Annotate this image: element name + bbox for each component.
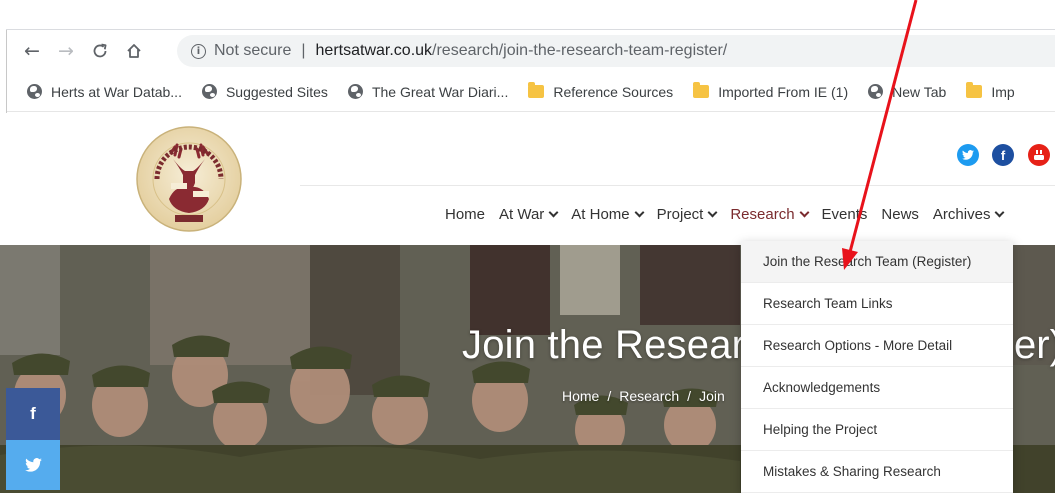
browser-toolbar: ← → i Not secure | hertsatwar.co.uk/rese… <box>7 30 1055 72</box>
breadcrumb-current: Join <box>699 388 725 404</box>
nav-label: Events <box>821 206 868 223</box>
menu-item-label: Helping the Project <box>763 422 878 437</box>
header-divider <box>300 185 1055 186</box>
bookmark-folder[interactable]: Imp <box>966 82 1015 100</box>
nav-label: Project <box>656 206 704 223</box>
bookmark-label: Imp <box>991 83 1015 100</box>
nav-project[interactable]: Project <box>656 206 718 223</box>
bookmark-folder[interactable]: Imported From IE (1) <box>693 82 849 100</box>
share-facebook-button[interactable]: f <box>6 388 60 440</box>
nav-events[interactable]: Events <box>822 206 868 223</box>
url-separator: | <box>301 42 306 59</box>
nav-research[interactable]: Research <box>730 206 809 223</box>
menu-item-label: Acknowledgements <box>763 380 881 395</box>
menu-item-acknowledgements[interactable]: Acknowledgements <box>741 367 1013 409</box>
home-icon[interactable] <box>121 38 147 64</box>
research-dropdown-menu: Join the Research Team (Register) Resear… <box>741 241 1013 493</box>
menu-item-label: Join the Research Team (Register) <box>763 254 972 269</box>
menu-item-label: Research Options - More Detail <box>763 338 953 353</box>
twitter-icon <box>24 458 42 472</box>
menu-item-label: Research Team Links <box>763 296 893 311</box>
bookmark-label: Suggested Sites <box>225 83 328 100</box>
address-bar[interactable]: i Not secure | hertsatwar.co.uk/research… <box>177 35 1055 67</box>
bookmark-label: Imported From IE (1) <box>718 83 849 100</box>
site-header: f Home At War At Home Project Research E… <box>0 113 1055 245</box>
nav-label: Home <box>445 206 486 223</box>
great-war-commemoration-logo[interactable] <box>135 125 243 233</box>
menu-item-mistakes-sharing[interactable]: Mistakes & Sharing Research <box>741 451 1013 493</box>
nav-home[interactable]: Home <box>445 206 485 223</box>
bookmark-item[interactable]: The Great War Diari... <box>347 83 509 100</box>
forward-arrow-icon[interactable]: → <box>53 38 79 64</box>
info-icon[interactable]: i <box>191 43 206 59</box>
bookmarks-bar: Herts at War Datab... Suggested Sites Th… <box>7 72 1055 112</box>
page-title: Join the Researc <box>462 323 766 367</box>
chevron-down-icon <box>799 207 809 218</box>
twitter-icon[interactable] <box>957 144 979 166</box>
globe-icon <box>347 84 363 99</box>
menu-item-research-team-links[interactable]: Research Team Links <box>741 283 1013 325</box>
nav-at-war[interactable]: At War <box>499 206 559 223</box>
bookmark-label: The Great War Diari... <box>371 83 509 100</box>
facebook-icon: f <box>30 404 36 423</box>
url-path: /research/join-the-research-team-registe… <box>432 42 728 59</box>
nav-label: At Home <box>571 206 630 223</box>
folder-icon <box>966 82 983 98</box>
nav-label: Archives <box>932 206 991 223</box>
nav-label: At War <box>499 206 545 223</box>
nav-archives[interactable]: Archives <box>932 206 1005 223</box>
menu-item-label: Mistakes & Sharing Research <box>763 464 941 479</box>
main-navigation: Home At War At Home Project Research Eve… <box>445 206 1017 223</box>
breadcrumb-research[interactable]: Research <box>619 388 679 404</box>
bookmark-folder[interactable]: Reference Sources <box>528 82 674 100</box>
facebook-icon[interactable]: f <box>992 144 1014 166</box>
url-domain: hertsatwar.co.uk <box>315 42 433 59</box>
youtube-icon[interactable] <box>1028 144 1050 166</box>
folder-icon <box>693 82 710 98</box>
chevron-down-icon <box>707 207 718 218</box>
page-title-end: er) <box>1014 323 1055 367</box>
menu-item-join-research-team[interactable]: Join the Research Team (Register) <box>741 241 1013 283</box>
nav-label: News <box>881 206 919 223</box>
nav-label: Research <box>730 206 795 223</box>
breadcrumb-separator: / <box>607 388 612 404</box>
bookmark-item[interactable]: Herts at War Datab... <box>27 84 182 100</box>
breadcrumb: Home / Research / Join <box>562 388 725 404</box>
bookmark-label: Reference Sources <box>553 83 674 100</box>
breadcrumb-separator: / <box>687 388 692 404</box>
bookmark-label: Herts at War Datab... <box>51 83 182 100</box>
globe-icon <box>868 84 884 99</box>
nav-at-home[interactable]: At Home <box>571 206 645 223</box>
security-label: Not secure <box>214 42 292 59</box>
browser-tab-strip <box>0 0 1055 30</box>
menu-item-research-options[interactable]: Research Options - More Detail <box>741 325 1013 367</box>
bookmark-item[interactable]: Suggested Sites <box>201 83 328 100</box>
share-twitter-button[interactable] <box>6 440 60 490</box>
bookmark-item[interactable]: New Tab <box>868 84 946 100</box>
globe-icon <box>27 84 42 99</box>
back-arrow-icon[interactable]: ← <box>19 38 45 64</box>
nav-news[interactable]: News <box>881 206 919 223</box>
chevron-down-icon <box>548 207 559 218</box>
chevron-down-icon <box>995 207 1005 218</box>
folder-icon <box>528 82 545 98</box>
menu-item-helping-project[interactable]: Helping the Project <box>741 409 1013 451</box>
bookmark-label: New Tab <box>892 83 947 100</box>
reload-icon[interactable] <box>87 38 113 64</box>
breadcrumb-home[interactable]: Home <box>562 388 599 404</box>
chevron-down-icon <box>634 207 645 218</box>
globe-icon <box>201 84 217 99</box>
